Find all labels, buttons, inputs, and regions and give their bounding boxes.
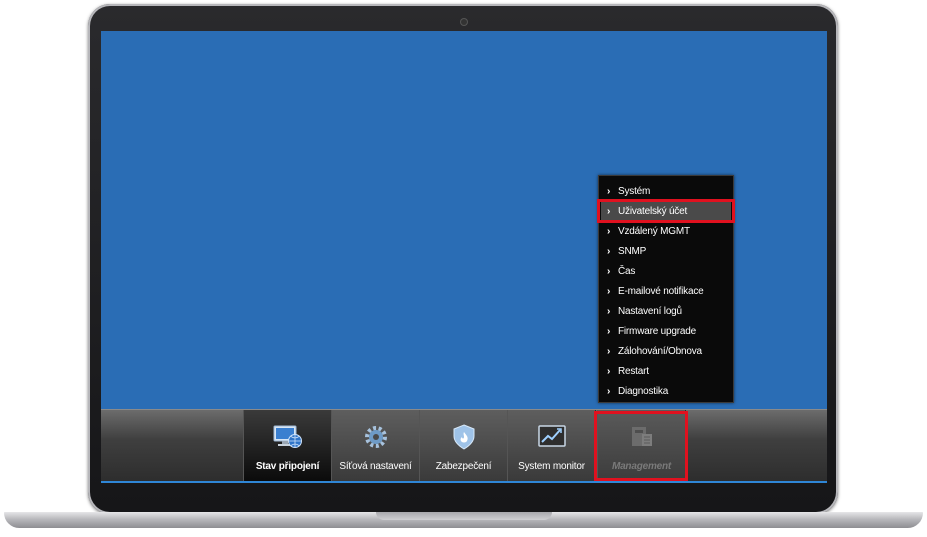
highlight-user-account xyxy=(597,199,735,223)
tab-label: System monitor xyxy=(518,461,585,472)
chevron-right-icon: › xyxy=(607,326,611,337)
menu-item-label: Diagnostika xyxy=(618,386,669,397)
monitor-globe-icon xyxy=(273,425,302,448)
chevron-right-icon: › xyxy=(607,226,611,237)
laptop-hinge-notch xyxy=(376,512,552,520)
tab-system-monitor[interactable]: System monitor xyxy=(507,410,596,481)
menu-item-label: SNMP xyxy=(618,246,647,257)
menu-item-label: Restart xyxy=(618,366,649,377)
highlight-management-tab xyxy=(594,411,688,481)
chart-monitor-icon xyxy=(538,425,566,447)
chevron-right-icon: › xyxy=(607,266,611,277)
tab-label: Síťová nastavení xyxy=(339,461,412,472)
chevron-right-icon: › xyxy=(607,366,611,377)
chevron-right-icon: › xyxy=(607,346,611,357)
shield-fire-icon xyxy=(453,424,475,450)
menu-item-snmp[interactable]: › SNMP xyxy=(601,242,731,261)
chevron-right-icon: › xyxy=(607,286,611,297)
tab-label: Zabezpečení xyxy=(435,461,492,472)
menu-item-diagnostics[interactable]: › Diagnostika xyxy=(601,382,731,401)
chevron-right-icon: › xyxy=(607,386,611,397)
menu-item-log-settings[interactable]: › Nastavení logů xyxy=(601,302,731,321)
menu-item-backup-restore[interactable]: › Zálohování/Obnova xyxy=(601,342,731,361)
menu-item-label: Zálohování/Obnova xyxy=(618,346,702,357)
tab-security[interactable]: Zabezpečení xyxy=(419,410,508,481)
tab-label: Stav připojení xyxy=(255,461,320,472)
menu-item-time[interactable]: › Čas xyxy=(601,262,731,281)
gear-icon xyxy=(365,426,387,448)
menu-item-label: Nastavení logů xyxy=(618,306,682,317)
menu-item-label: Čas xyxy=(618,266,636,277)
screen: › Systém › Uživatelský účet › Vzdálený M… xyxy=(101,31,827,483)
menu-item-restart[interactable]: › Restart xyxy=(601,362,731,381)
menu-item-remote-mgmt[interactable]: › Vzdálený MGMT xyxy=(601,222,731,241)
chevron-right-icon: › xyxy=(607,246,611,257)
menu-item-firmware-upgrade[interactable]: › Firmware upgrade xyxy=(601,322,731,341)
menu-item-label: Firmware upgrade xyxy=(618,326,696,337)
menu-item-label: Vzdálený MGMT xyxy=(618,226,690,237)
taskbar: Stav připojení Síťová nastavení Zabezpeč… xyxy=(101,409,827,483)
menu-item-email-notifications[interactable]: › E-mailové notifikace xyxy=(601,282,731,301)
tab-network-settings[interactable]: Síťová nastavení xyxy=(331,410,420,481)
chevron-right-icon: › xyxy=(607,306,611,317)
tab-connection-status[interactable]: Stav připojení xyxy=(243,410,332,481)
taskbar-accent-strip xyxy=(101,481,827,483)
menu-item-label: E-mailové notifikace xyxy=(618,286,704,297)
webcam-icon xyxy=(461,19,467,25)
